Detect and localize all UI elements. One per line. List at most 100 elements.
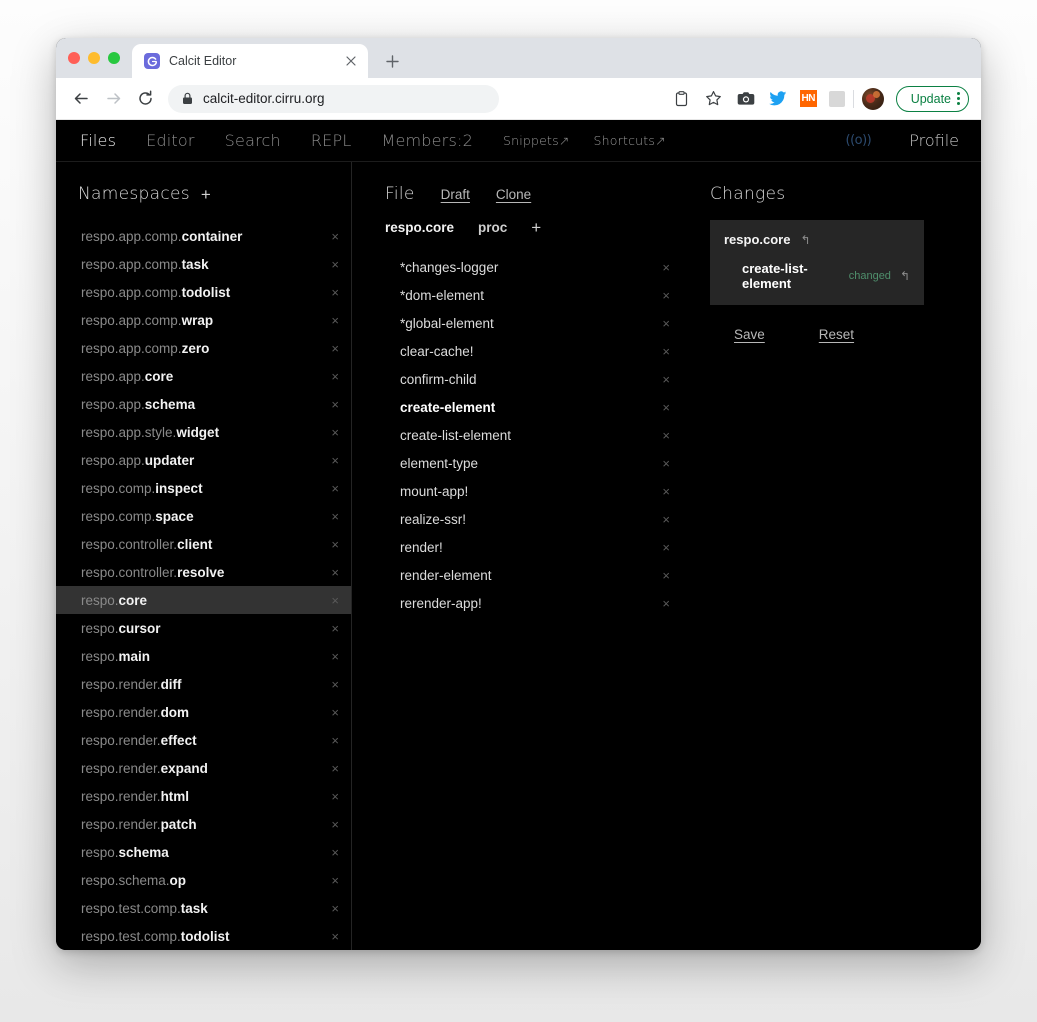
definition-row[interactable]: render! × [385,533,670,561]
hacker-news-icon[interactable]: HN [799,90,817,107]
add-namespace-icon[interactable]: + [201,186,211,203]
nav-link-shortcuts[interactable]: Shortcuts↗ [594,133,666,148]
definition-row[interactable]: *global-element × [385,309,670,337]
remove-namespace-icon[interactable]: × [323,342,339,355]
remove-namespace-icon[interactable]: × [323,370,339,383]
remove-namespace-icon[interactable]: × [323,510,339,523]
remove-namespace-icon[interactable]: × [323,258,339,271]
namespace-row[interactable]: respo.schema × [56,838,351,866]
nav-item-search[interactable]: Search [225,131,281,150]
remove-definition-icon[interactable]: × [654,261,670,274]
changes-entry-row[interactable]: create-list-element changed ↰ [724,247,910,291]
namespace-row[interactable]: respo.main × [56,642,351,670]
remove-definition-icon[interactable]: × [654,373,670,386]
definition-row[interactable]: realize-ssr! × [385,505,670,533]
remove-definition-icon[interactable]: × [654,513,670,526]
remove-definition-icon[interactable]: × [654,569,670,582]
namespace-row[interactable]: respo.app.comp.task × [56,250,351,278]
remove-namespace-icon[interactable]: × [323,566,339,579]
remove-namespace-icon[interactable]: × [323,706,339,719]
remove-namespace-icon[interactable]: × [323,398,339,411]
remove-namespace-icon[interactable]: × [323,286,339,299]
undo-entry-icon[interactable]: ↰ [900,270,910,282]
bookmark-star-icon[interactable] [704,89,724,109]
nav-item-members[interactable]: Members:2 [381,131,473,150]
remove-namespace-icon[interactable]: × [323,454,339,467]
definition-row[interactable]: clear-cache! × [385,337,670,365]
remove-namespace-icon[interactable]: × [323,790,339,803]
remove-namespace-icon[interactable]: × [323,230,339,243]
namespace-row[interactable]: respo.app.core × [56,362,351,390]
remove-namespace-icon[interactable]: × [323,762,339,775]
remove-namespace-icon[interactable]: × [323,734,339,747]
namespace-row[interactable]: respo.app.comp.container × [56,222,351,250]
namespace-row[interactable]: respo.render.html × [56,782,351,810]
namespace-row[interactable]: respo.render.patch × [56,810,351,838]
remove-namespace-icon[interactable]: × [323,846,339,859]
address-bar[interactable]: calcit-editor.cirru.org [168,84,500,113]
back-button[interactable] [66,84,96,114]
definition-row[interactable]: confirm-child × [385,365,670,393]
changes-namespace-row[interactable]: respo.core ↰ [724,232,910,247]
definition-row[interactable]: *dom-element × [385,281,670,309]
twitter-icon[interactable] [768,89,788,109]
disabled-extension-icon[interactable] [828,90,845,107]
namespace-row[interactable]: respo.controller.client × [56,530,351,558]
namespace-row[interactable]: respo.comp.inspect × [56,474,351,502]
avatar[interactable] [861,87,884,110]
namespace-row[interactable]: respo.schema.op × [56,866,351,894]
namespace-row[interactable]: respo.app.comp.zero × [56,334,351,362]
definition-row[interactable]: render-element × [385,561,670,589]
nav-item-profile[interactable]: Profile [909,131,959,150]
browser-tab[interactable]: Calcit Editor [132,44,368,78]
namespace-row[interactable]: respo.render.dom × [56,698,351,726]
namespace-row[interactable]: respo.app.style.widget × [56,418,351,446]
namespace-row[interactable]: respo.comp.space × [56,502,351,530]
namespace-row[interactable]: respo.app.updater × [56,446,351,474]
namespace-row[interactable]: respo.render.effect × [56,726,351,754]
remove-namespace-icon[interactable]: × [323,650,339,663]
remove-namespace-icon[interactable]: × [323,538,339,551]
remove-definition-icon[interactable]: × [654,485,670,498]
nav-item-repl[interactable]: REPL [311,131,352,150]
save-button[interactable]: Save [734,327,765,342]
close-tab-icon[interactable] [342,52,360,70]
namespace-row[interactable]: respo.test.comp.todolist × [56,922,351,950]
definition-row[interactable]: create-list-element × [385,421,670,449]
close-window-button[interactable] [68,52,80,64]
nav-item-files[interactable]: Files [80,131,116,150]
update-button[interactable]: Update [895,85,970,112]
remove-namespace-icon[interactable]: × [323,818,339,831]
namespace-row[interactable]: respo.controller.resolve × [56,558,351,586]
namespace-row[interactable]: respo.render.expand × [56,754,351,782]
definition-row[interactable]: element-type × [385,449,670,477]
new-tab-button[interactable] [378,47,406,75]
file-tab-proc[interactable]: proc [478,220,507,235]
draft-link[interactable]: Draft [441,187,470,202]
remove-namespace-icon[interactable]: × [323,594,339,607]
connection-status-icon[interactable]: ((o)) [846,133,872,148]
definition-row[interactable]: rerender-app! × [385,589,670,617]
reset-button[interactable]: Reset [819,327,854,342]
remove-namespace-icon[interactable]: × [323,678,339,691]
remove-definition-icon[interactable]: × [654,317,670,330]
remove-namespace-icon[interactable]: × [323,426,339,439]
remove-definition-icon[interactable]: × [654,401,670,414]
clipboard-icon[interactable] [672,89,692,109]
remove-namespace-icon[interactable]: × [323,930,339,943]
namespace-row[interactable]: respo.app.schema × [56,390,351,418]
namespace-row[interactable]: respo.app.comp.wrap × [56,306,351,334]
add-definition-icon[interactable]: + [531,219,541,236]
namespace-row[interactable]: respo.render.diff × [56,670,351,698]
namespace-row[interactable]: respo.test.comp.task × [56,894,351,922]
kebab-menu-icon[interactable] [957,92,961,105]
definition-row[interactable]: create-element × [385,393,670,421]
remove-namespace-icon[interactable]: × [323,482,339,495]
remove-definition-icon[interactable]: × [654,345,670,358]
namespace-row[interactable]: respo.cursor × [56,614,351,642]
remove-namespace-icon[interactable]: × [323,902,339,915]
namespace-row[interactable]: respo.app.comp.todolist × [56,278,351,306]
remove-definition-icon[interactable]: × [654,289,670,302]
forward-button[interactable] [98,84,128,114]
nav-item-editor[interactable]: Editor [146,131,195,150]
